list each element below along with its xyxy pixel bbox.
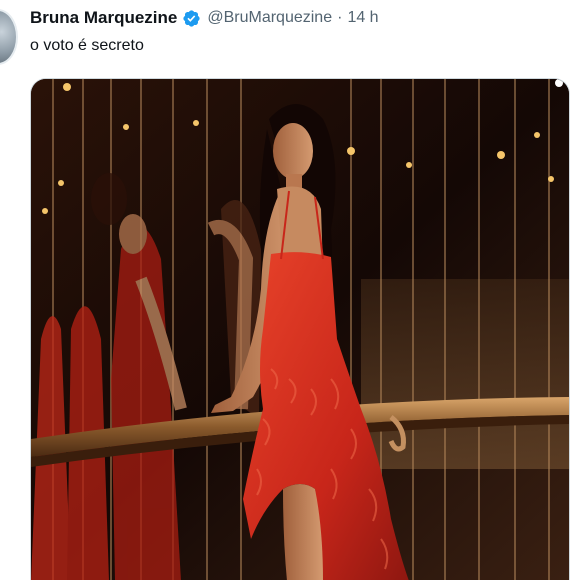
tweet-photo[interactable] [30,78,570,580]
tweet-text: o voto é secreto [30,37,144,54]
separator-dot: · [337,9,343,26]
display-name[interactable]: Bruna Marquezine [30,8,177,28]
verified-badge-icon [182,9,201,28]
timestamp-link[interactable]: 14 h [347,9,378,27]
tweet-header: Bruna Marquezine @BruMarquezine · 14 h [30,6,379,30]
tweet-card[interactable]: Bruna Marquezine @BruMarquezine · 14 h o… [0,0,580,580]
user-handle[interactable]: @BruMarquezine [207,9,332,27]
avatar[interactable] [0,9,18,65]
